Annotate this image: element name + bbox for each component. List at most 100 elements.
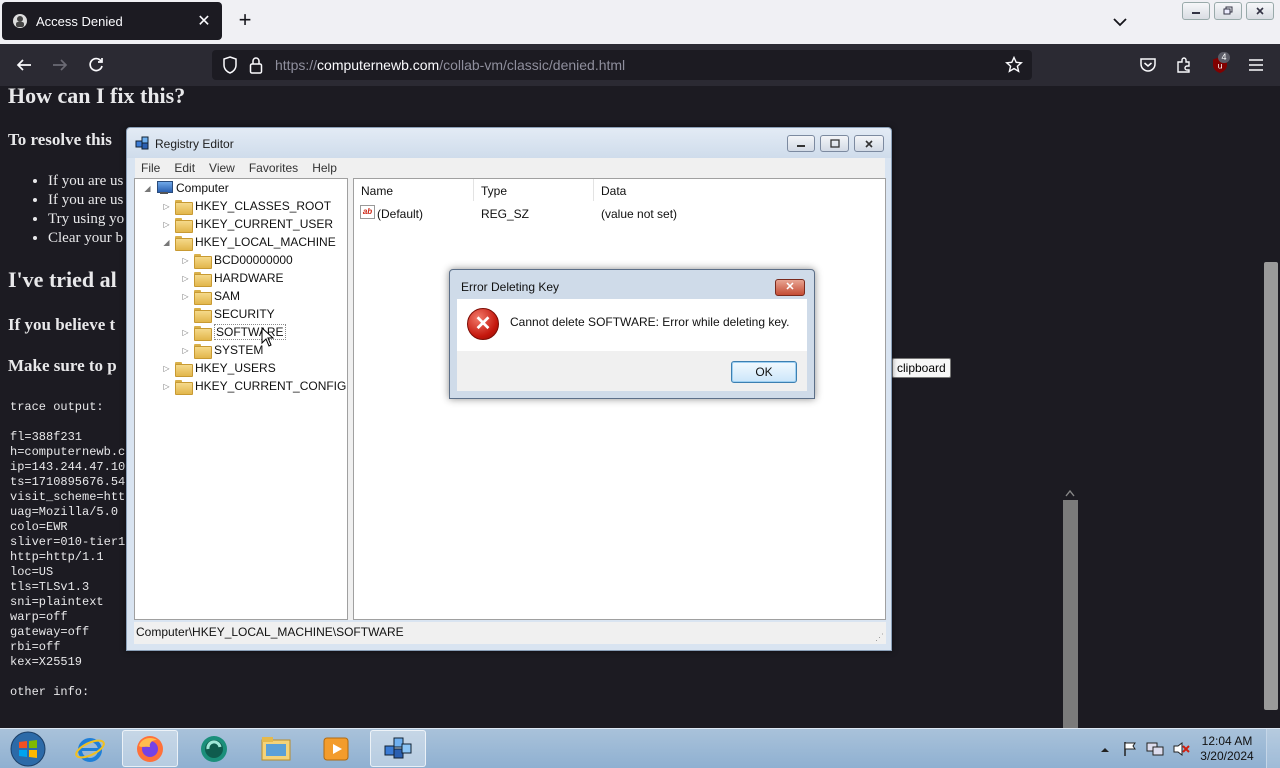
collapsed-arrow-icon[interactable]: ▷ [162, 220, 171, 229]
taskbar-internet-explorer-icon[interactable] [62, 730, 118, 767]
clock-date: 3/20/2024 [1200, 749, 1254, 763]
restore-window-button[interactable] [1214, 2, 1242, 20]
folder-icon [194, 343, 212, 359]
tree-node-bcd[interactable]: ▷ BCD00000000 [181, 251, 293, 269]
close-window-button[interactable] [1246, 2, 1274, 20]
tree-node-hklm[interactable]: ◢ HKEY_LOCAL_MACHINE [162, 233, 336, 251]
taskbar-registry-editor-icon[interactable] [370, 730, 426, 767]
collapsed-arrow-icon[interactable]: ▷ [181, 292, 190, 301]
collapsed-arrow-icon[interactable]: ▷ [162, 382, 171, 391]
page-scrollbar[interactable] [1262, 86, 1280, 728]
bookmark-star-icon[interactable] [1004, 55, 1024, 75]
menu-favorites[interactable]: Favorites [249, 161, 298, 175]
registry-editor-titlebar[interactable]: Registry Editor [127, 128, 891, 158]
forward-icon[interactable] [50, 55, 70, 75]
menu-view[interactable]: View [209, 161, 235, 175]
menu-file[interactable]: File [141, 161, 160, 175]
trace-lines: fl=388f231 h=computernewb.co ip=143.244.… [10, 430, 133, 669]
tab-title: Access Denied [36, 13, 123, 29]
fix-list: If you are us If you are us Try using yo… [48, 172, 124, 248]
expanded-arrow-icon[interactable]: ◢ [162, 238, 171, 247]
taskbar-media-player-icon[interactable] [308, 730, 364, 767]
error-icon: ✕ [467, 308, 499, 340]
resolve-text: To resolve this [8, 130, 112, 149]
list-item: If you are us [48, 191, 124, 210]
dialog-body: ✕ Cannot delete SOFTWARE: Error while de… [457, 299, 807, 391]
taskbar-clock[interactable]: 12:04 AM 3/20/2024 [1192, 734, 1262, 764]
column-header-data[interactable]: Data [594, 179, 885, 201]
tree-node-computer[interactable]: ◢ Computer [143, 179, 229, 197]
tree-node-hkcr[interactable]: ▷ HKEY_CLASSES_ROOT [162, 197, 331, 215]
site-favicon-icon [12, 13, 28, 29]
inner-scrollbar-thumb[interactable] [1063, 500, 1078, 728]
resize-grip-icon[interactable]: ⋰ [875, 632, 884, 643]
tree-node-hkcc[interactable]: ▷ HKEY_CURRENT_CONFIG [162, 377, 346, 395]
table-row[interactable]: ab (Default) REG_SZ (value not set) [354, 205, 885, 223]
tab-access-denied[interactable]: Access Denied ✕ [2, 2, 222, 40]
expanded-arrow-icon[interactable]: ◢ [143, 184, 152, 193]
collapsed-arrow-icon[interactable]: ▷ [181, 328, 190, 337]
folder-icon [194, 253, 212, 269]
tree-node-hku[interactable]: ▷ HKEY_USERS [162, 359, 276, 377]
mouse-cursor-icon [261, 326, 275, 350]
reload-icon[interactable] [86, 55, 106, 75]
tracking-protection-shield-icon[interactable] [220, 55, 240, 75]
collapsed-arrow-icon[interactable]: ▷ [162, 364, 171, 373]
new-tab-button[interactable]: + [234, 9, 256, 32]
list-all-tabs-icon[interactable] [1110, 12, 1130, 32]
regedit-maximize-button[interactable] [820, 135, 849, 152]
registry-menu-bar: File Edit View Favorites Help [135, 158, 885, 178]
registry-tree-pane: ◢ Computer ▷ HKEY_CLASSES_ROOT ▷ HKEY_CU… [134, 178, 348, 620]
folder-icon [194, 307, 212, 323]
minimize-window-button[interactable] [1182, 2, 1210, 20]
page-scrollbar-thumb[interactable] [1264, 262, 1278, 710]
folder-icon [175, 361, 193, 377]
show-desktop-button[interactable] [1266, 729, 1280, 768]
app-menu-hamburger-icon[interactable] [1246, 55, 1266, 75]
show-hidden-icons-icon[interactable] [1100, 743, 1110, 758]
column-header-type[interactable]: Type [474, 179, 594, 201]
tab-close-icon[interactable]: ✕ [196, 11, 212, 31]
regedit-close-button[interactable] [854, 135, 884, 152]
column-header-name[interactable]: Name [354, 179, 474, 201]
collapsed-arrow-icon[interactable]: ▷ [181, 256, 190, 265]
folder-icon [194, 271, 212, 287]
clock-time: 12:04 AM [1201, 734, 1253, 748]
collapsed-arrow-icon[interactable]: ▷ [162, 202, 171, 211]
action-center-flag-icon[interactable] [1122, 741, 1138, 760]
extensions-puzzle-icon[interactable] [1174, 55, 1194, 75]
browser-tab-bar: Access Denied ✕ + [0, 0, 1280, 44]
collapsed-arrow-icon[interactable]: ▷ [181, 346, 190, 355]
taskbar-file-explorer-icon[interactable] [248, 730, 304, 767]
trace-label: trace output: [10, 400, 104, 414]
tree-node-hkcu[interactable]: ▷ HKEY_CURRENT_USER [162, 215, 333, 233]
folder-icon [175, 199, 193, 215]
clipboard-tooltip[interactable]: clipboard [892, 358, 951, 378]
heading-how-to-fix: How can I fix this? [8, 86, 186, 108]
ok-button[interactable]: OK [731, 361, 797, 383]
tree-node-sam[interactable]: ▷ SAM [181, 287, 240, 305]
menu-help[interactable]: Help [312, 161, 337, 175]
windows-taskbar: 12:04 AM 3/20/2024 [0, 728, 1280, 768]
url-bar[interactable]: https://computernewb.com/collab-vm/class… [212, 50, 1032, 80]
volume-muted-icon[interactable] [1172, 741, 1190, 760]
network-icon[interactable] [1146, 741, 1164, 760]
back-icon[interactable] [14, 55, 34, 75]
lock-icon[interactable] [246, 55, 266, 75]
tree-node-system[interactable]: ▷ SYSTEM [181, 341, 263, 359]
inner-scrollbar[interactable] [1062, 486, 1078, 728]
extension-count-badge: 4 [1218, 52, 1230, 63]
tree-node-security[interactable]: SECURITY [181, 305, 275, 323]
taskbar-firefox-icon[interactable] [122, 730, 178, 767]
dialog-close-button[interactable]: ✕ [775, 279, 805, 296]
menu-edit[interactable]: Edit [174, 161, 195, 175]
taskbar-chat-app-icon[interactable] [186, 730, 242, 767]
status-path: Computer\HKEY_LOCAL_MACHINE\SOFTWARE [136, 625, 404, 639]
collapsed-arrow-icon[interactable]: ▷ [181, 274, 190, 283]
tree-node-hardware[interactable]: ▷ HARDWARE [181, 269, 284, 287]
start-button[interactable] [0, 730, 56, 767]
pocket-icon[interactable] [1138, 55, 1158, 75]
list-item: If you are us [48, 172, 124, 191]
regedit-minimize-button[interactable] [787, 135, 815, 152]
list-item: Try using yo [48, 210, 124, 229]
